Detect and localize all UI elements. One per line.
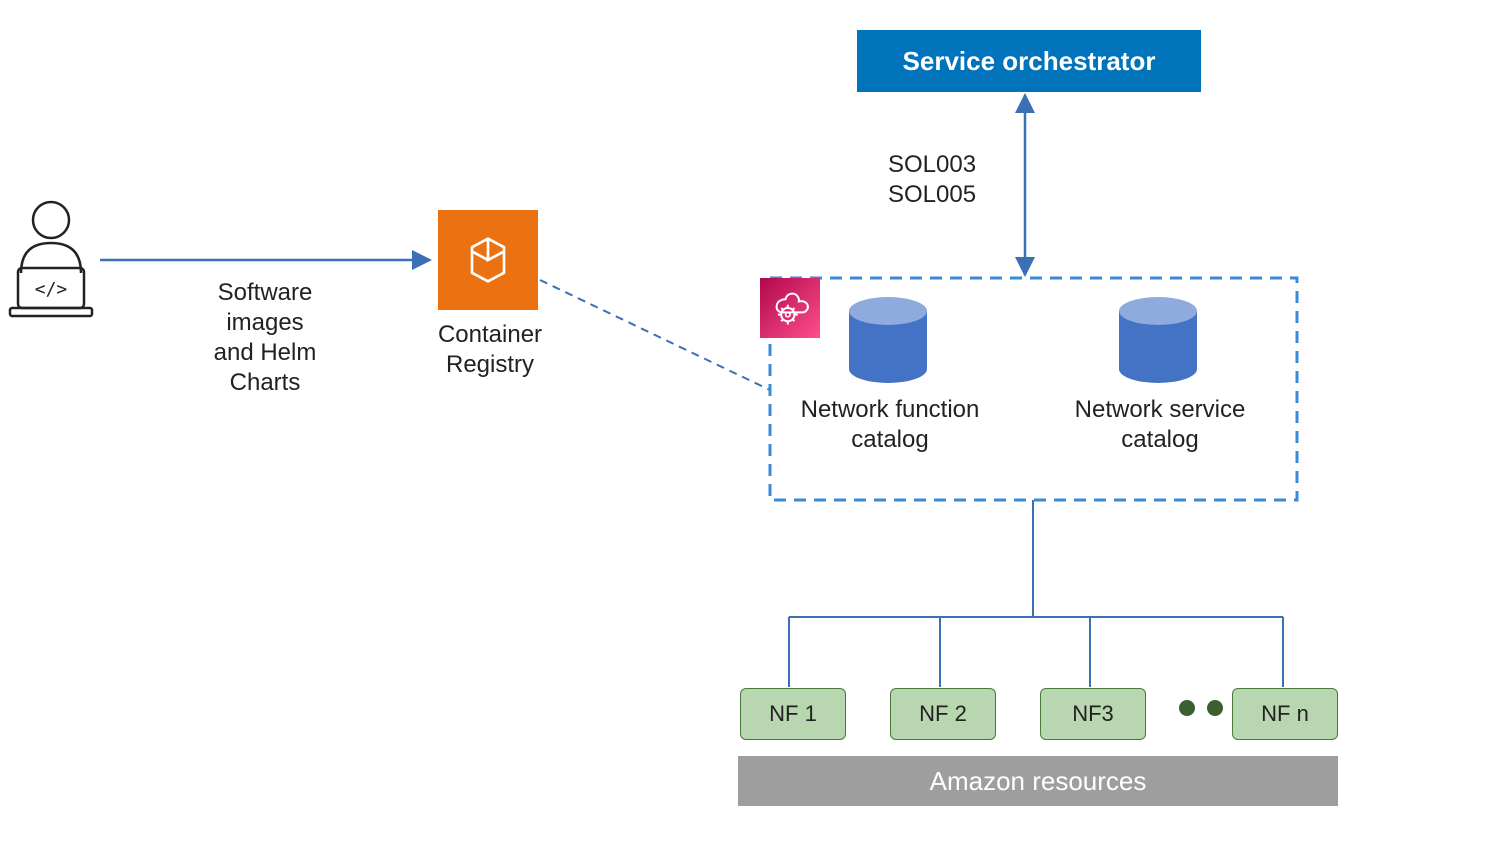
label-nf-catalog: Network function catalog: [790, 395, 990, 455]
text: Service orchestrator: [903, 46, 1156, 77]
text: Container: [438, 321, 542, 348]
text: catalog: [851, 426, 928, 453]
nf1-box: NF 1: [740, 688, 846, 740]
nfn-box: NF n: [1232, 688, 1338, 740]
text: and Helm: [214, 339, 317, 366]
text: catalog: [1121, 426, 1198, 453]
dashed-registry-to-catalog: [540, 280, 770, 390]
text: NF3: [1072, 701, 1114, 727]
text: Charts: [230, 369, 301, 396]
text: NF n: [1261, 701, 1309, 727]
text: SOL003: [888, 151, 976, 178]
developer-icon: </>: [6, 198, 96, 318]
text: Amazon resources: [930, 766, 1147, 797]
container-registry-icon: [438, 210, 538, 310]
text: SOL005: [888, 181, 976, 208]
label-ns-catalog: Network service catalog: [1060, 395, 1260, 455]
text: images: [226, 309, 303, 336]
label-software-images: Software images and Helm Charts: [185, 278, 345, 398]
text: Network service: [1075, 396, 1246, 423]
text: Network function: [801, 396, 980, 423]
text: Software: [218, 279, 313, 306]
nf-catalog-db-icon: [845, 295, 931, 385]
service-orchestrator-box: Service orchestrator: [857, 30, 1201, 92]
text: NF 2: [919, 701, 967, 727]
nf3-box: NF3: [1040, 688, 1146, 740]
label-container-registry: Container Registry: [420, 320, 560, 380]
amazon-resources-bar: Amazon resources: [738, 756, 1338, 806]
label-sol: SOL003 SOL005: [888, 150, 1008, 210]
text: Registry: [446, 351, 534, 378]
ns-catalog-db-icon: [1115, 295, 1201, 385]
text: NF 1: [769, 701, 817, 727]
tnb-service-icon: [760, 278, 820, 338]
nf2-box: NF 2: [890, 688, 996, 740]
svg-text:</>: </>: [35, 279, 68, 300]
